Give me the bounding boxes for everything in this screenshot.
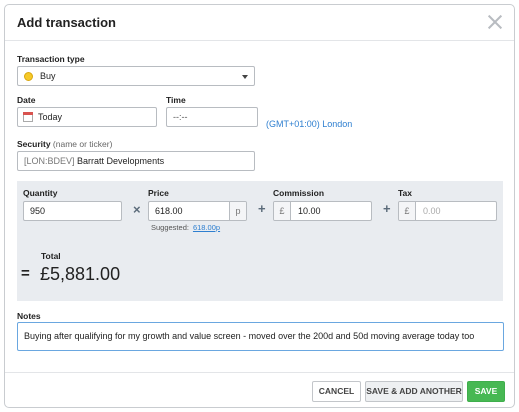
price-unit: p	[229, 202, 246, 220]
plus-icon: +	[258, 201, 266, 216]
security-label-text: Security	[17, 139, 51, 149]
transaction-type-value: Buy	[40, 71, 56, 81]
commission-currency: £	[274, 202, 291, 220]
price-suggestion: Suggested: 618.00p	[151, 223, 220, 232]
chevron-down-icon	[242, 75, 248, 79]
footer-divider	[5, 372, 514, 373]
transaction-type-label: Transaction type	[17, 54, 85, 64]
buy-indicator-icon	[24, 72, 33, 81]
plus-icon: +	[383, 201, 391, 216]
save-button[interactable]: SAVE	[467, 381, 505, 402]
commission-value: 10.00	[298, 206, 321, 216]
time-field[interactable]: --:--	[166, 107, 258, 127]
suggested-label: Suggested:	[151, 223, 189, 232]
price-value: 618.00	[155, 206, 183, 216]
price-field[interactable]: 618.00 p	[148, 201, 247, 221]
time-label: Time	[166, 95, 186, 105]
security-name: Barratt Developments	[77, 156, 165, 166]
dialog-header: Add transaction	[5, 5, 514, 41]
close-icon[interactable]	[486, 13, 504, 31]
tax-label: Tax	[398, 188, 413, 198]
date-value: Today	[38, 112, 63, 122]
tax-field[interactable]: £ 0.00	[398, 201, 497, 221]
date-label: Date	[17, 95, 36, 105]
security-ticker: [LON:BDEV]	[24, 156, 75, 166]
suggested-price-link[interactable]: 618.00p	[193, 223, 220, 232]
quantity-field[interactable]: 950	[23, 201, 122, 221]
transaction-type-select[interactable]: Buy	[17, 66, 255, 86]
notes-label: Notes	[17, 311, 41, 321]
equals-icon: =	[21, 265, 30, 282]
tax-currency: £	[399, 202, 416, 220]
calendar-icon	[23, 112, 33, 122]
notes-field[interactable]: Buying after qualifying for my growth an…	[17, 322, 504, 351]
commission-label: Commission	[273, 188, 325, 198]
calculation-panel: Quantity 950 × Price 618.00 p Suggested:…	[17, 181, 503, 301]
security-field[interactable]: [LON:BDEV] Barratt Developments	[17, 151, 255, 171]
dialog-title: Add transaction	[17, 15, 116, 30]
date-field[interactable]: Today	[17, 107, 157, 127]
add-transaction-dialog: Add transaction Transaction type Buy Dat…	[4, 4, 515, 408]
security-label: Security (name or ticker)	[17, 139, 112, 149]
commission-field[interactable]: £ 10.00	[273, 201, 372, 221]
timezone-link[interactable]: (GMT+01:00) London	[266, 119, 352, 129]
cancel-button[interactable]: CANCEL	[312, 381, 361, 402]
total-value: £5,881.00	[40, 264, 121, 284]
total-label: Total	[41, 251, 61, 261]
tax-placeholder: 0.00	[423, 206, 441, 216]
price-label: Price	[148, 188, 169, 198]
save-and-add-another-button[interactable]: SAVE & ADD ANOTHER	[365, 381, 463, 402]
security-label-hint: (name or ticker)	[52, 139, 113, 149]
quantity-label: Quantity	[23, 188, 58, 198]
multiply-icon: ×	[133, 202, 141, 217]
